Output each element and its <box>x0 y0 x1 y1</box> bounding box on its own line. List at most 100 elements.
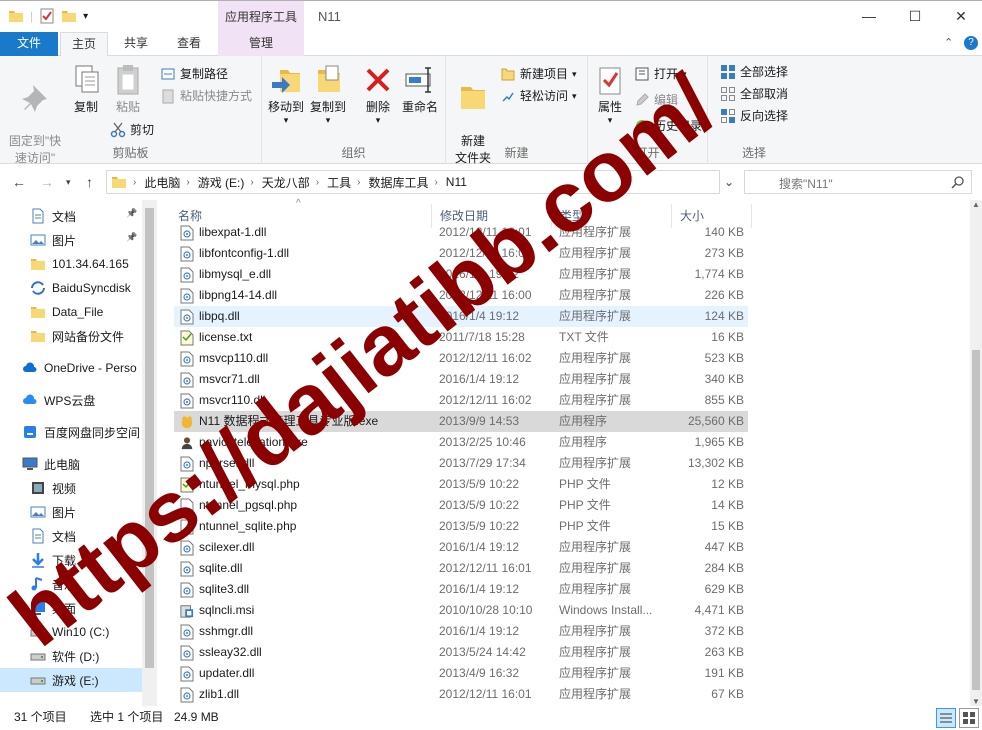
open-button[interactable]: 打开 ▾ <box>634 64 687 84</box>
nav-item[interactable]: OneDrive - Perso <box>0 356 142 380</box>
nav-item[interactable]: 音乐 <box>0 572 142 596</box>
address-dropdown-icon[interactable]: ⌄ <box>724 175 734 189</box>
delete-button[interactable]: 删除 ▾ <box>360 64 396 125</box>
file-row[interactable]: N11 数据程式管理工具专业版.exe 2013/9/9 14:53 应用程序 25,… <box>174 411 748 432</box>
properties-button[interactable]: 属性 ▾ <box>592 64 628 125</box>
tab-view[interactable]: 查看 <box>164 32 214 56</box>
close-button[interactable]: ✕ <box>938 1 982 33</box>
collapse-ribbon-icon[interactable]: ⌃ <box>944 36 953 49</box>
file-row[interactable]: ntunnel_sqlite.php 2013/5/9 10:22 PHP 文件 15… <box>174 516 748 537</box>
tab-share[interactable]: 共享 <box>112 32 160 56</box>
nav-item[interactable]: 文档 <box>0 204 142 228</box>
address-bar[interactable]: › 此电脑 › 游戏 (E:) › 天龙八部 › 工具 › 数据库工具 › N1… <box>106 170 720 194</box>
file-row[interactable]: sqlite3.dll 2016/1/4 19:12 应用程序扩展 629 KB <box>174 579 748 600</box>
large-icons-view-button[interactable] <box>959 708 979 728</box>
maximize-button[interactable]: ☐ <box>892 1 938 33</box>
file-row[interactable]: zlib1.dll 2012/12/11 16:01 应用程序扩展 67 KB <box>174 684 748 705</box>
file-row[interactable]: msvcr71.dll 2016/1/4 19:12 应用程序扩展 340 KB <box>174 369 748 390</box>
scroll-up-icon[interactable]: ▲ <box>972 200 980 209</box>
properties-icon[interactable] <box>39 8 55 24</box>
minimize-button[interactable]: — <box>846 1 892 33</box>
nav-item[interactable]: WPS云盘 <box>0 388 142 412</box>
file-row[interactable]: sshmgr.dll 2016/1/4 19:12 应用程序扩展 372 KB <box>174 621 748 642</box>
scroll-down-icon[interactable]: ▼ <box>972 697 980 706</box>
file-row[interactable]: ssleay32.dll 2013/5/24 14:42 应用程序扩展 263 KB <box>174 642 748 663</box>
paste-button[interactable]: 粘贴 <box>108 64 148 116</box>
pin-icon[interactable]: 📌 <box>126 232 137 243</box>
breadcrumb-drive-e[interactable]: 游戏 (E:) <box>198 174 245 191</box>
copy-button[interactable]: 复制 <box>66 64 106 116</box>
easy-access-button[interactable]: 轻松访问 ▾ <box>500 86 577 106</box>
nav-item[interactable]: 此电脑 <box>0 452 142 476</box>
up-arrow-icon[interactable]: ↑ <box>86 174 93 190</box>
clipboard-icon <box>117 65 139 95</box>
new-item-button[interactable]: 新建项目 ▾ <box>500 64 577 84</box>
nav-item-label: WPS云盘 <box>44 393 96 408</box>
nav-item[interactable]: 视频 <box>0 476 142 500</box>
invert-selection-button[interactable]: 反向选择 <box>720 106 788 126</box>
file-row[interactable]: msvcr110.dll 2012/12/11 16:02 应用程序扩展 855 KB <box>174 390 748 411</box>
pin-icon[interactable]: 📌 <box>126 208 137 219</box>
file-row[interactable]: libfontconfig-1.dll 2012/12/11 16:00 应用程序扩… <box>174 243 748 264</box>
forward-arrow-icon[interactable]: → <box>40 174 54 190</box>
file-row[interactable]: nparser.dll 2013/7/29 17:34 应用程序扩展 13,302 K… <box>174 453 748 474</box>
file-row[interactable]: libmysql_e.dll 2016/1/4 19:12 应用程序扩展 1,774 … <box>174 264 748 285</box>
file-row[interactable]: msvcp110.dll 2012/12/11 16:02 应用程序扩展 523 KB <box>174 348 748 369</box>
file-row[interactable]: license.txt 2011/7/18 15:28 TXT 文件 16 KB <box>174 327 748 348</box>
nav-item[interactable]: Win10 (C:) <box>0 620 142 644</box>
breadcrumb-db-tools[interactable]: 数据库工具 <box>368 174 428 191</box>
file-row[interactable]: scilexer.dll 2016/1/4 19:12 应用程序扩展 447 KB <box>174 537 748 558</box>
select-none-button[interactable]: 全部取消 <box>720 84 788 104</box>
file-row[interactable]: sqlncli.msi 2010/10/28 10:10 Windows Insta… <box>174 600 748 621</box>
file-row[interactable]: libexpat-1.dll 2012/12/11 16:01 应用程序扩展 140 … <box>174 222 748 243</box>
file-row[interactable]: updater.dll 2013/4/9 16:32 应用程序扩展 191 KB <box>174 663 748 684</box>
breadcrumb-n11[interactable]: N11 <box>446 175 467 189</box>
edit-button[interactable]: 编辑 <box>634 90 678 110</box>
nav-item[interactable]: 桌面 <box>0 596 142 620</box>
file-row[interactable]: ntunnel_mysql.php 2013/5/9 10:22 PHP 文件 12 … <box>174 474 748 495</box>
file-row[interactable]: navicatelevation.exe 2013/2/25 10:46 应用程序 1… <box>174 432 748 453</box>
cut-button[interactable]: 剪切 <box>110 120 154 140</box>
nav-item[interactable]: 游戏 (E:) <box>0 668 142 692</box>
move-to-button[interactable]: 移动到 ▾ <box>266 64 306 125</box>
rename-button[interactable]: 重命名 <box>398 64 442 116</box>
copy-path-button[interactable]: 复制路径 <box>160 64 228 84</box>
help-icon[interactable]: ? <box>964 36 978 50</box>
nav-item[interactable]: 图片 <box>0 500 142 524</box>
nav-item[interactable]: 101.34.64.165 <box>0 252 142 276</box>
nav-item[interactable]: 百度网盘同步空间 <box>0 420 142 444</box>
breadcrumb-tools[interactable]: 工具 <box>327 174 351 191</box>
breadcrumb-this-pc[interactable]: 此电脑 <box>144 174 180 191</box>
nav-item[interactable]: BaiduSyncdisk <box>0 276 142 300</box>
tab-file[interactable]: 文件 <box>0 32 58 56</box>
file-row[interactable]: libpng14-14.dll 2012/12/11 16:00 应用程序扩展 226… <box>174 285 748 306</box>
back-arrow-icon[interactable]: ← <box>12 174 26 190</box>
recent-locations-icon[interactable]: ▾ <box>66 177 71 188</box>
nav-item[interactable]: Data_File <box>0 300 142 324</box>
tab-manage[interactable]: 管理 <box>218 32 304 56</box>
nav-item[interactable]: 图片 <box>0 228 142 252</box>
file-list-scrollbar-thumb[interactable] <box>972 350 980 690</box>
history-button[interactable]: 历史记录 <box>634 116 702 136</box>
nav-item[interactable]: 软件 (D:) <box>0 644 142 668</box>
nav-item[interactable]: 下载 <box>0 548 142 572</box>
tab-home[interactable]: 主页 <box>60 32 108 57</box>
new-folder-icon[interactable] <box>61 8 77 24</box>
nav-scrollbar[interactable] <box>142 200 157 706</box>
breadcrumb-tianlong[interactable]: 天龙八部 <box>262 174 310 191</box>
folder-icon[interactable] <box>8 8 24 24</box>
file-list-scrollbar[interactable]: ▲ ▼ <box>970 200 982 706</box>
details-view-button[interactable] <box>936 708 956 728</box>
copy-to-button[interactable]: 复制到 ▾ <box>308 64 348 125</box>
qat-dropdown-icon[interactable]: ▾ <box>83 11 88 22</box>
paste-shortcut-button[interactable]: 粘贴快捷方式 <box>160 86 252 106</box>
file-row[interactable]: ntunnel_pgsql.php 2013/5/9 10:22 PHP 文件 14 … <box>174 495 748 516</box>
nav-scrollbar-thumb[interactable] <box>145 208 154 668</box>
nav-item[interactable]: 网站备份文件 <box>0 324 142 348</box>
file-row[interactable]: sqlite.dll 2012/12/11 16:01 应用程序扩展 284 KB <box>174 558 748 579</box>
search-input[interactable]: 搜索"N11" <box>744 170 972 194</box>
file-row[interactable]: libpq.dll 2016/1/4 19:12 应用程序扩展 124 KB <box>174 306 748 327</box>
select-all-button[interactable]: 全部选择 <box>720 62 788 82</box>
nav-item[interactable]: 文档 <box>0 524 142 548</box>
file-size: 855 KB <box>704 393 744 407</box>
